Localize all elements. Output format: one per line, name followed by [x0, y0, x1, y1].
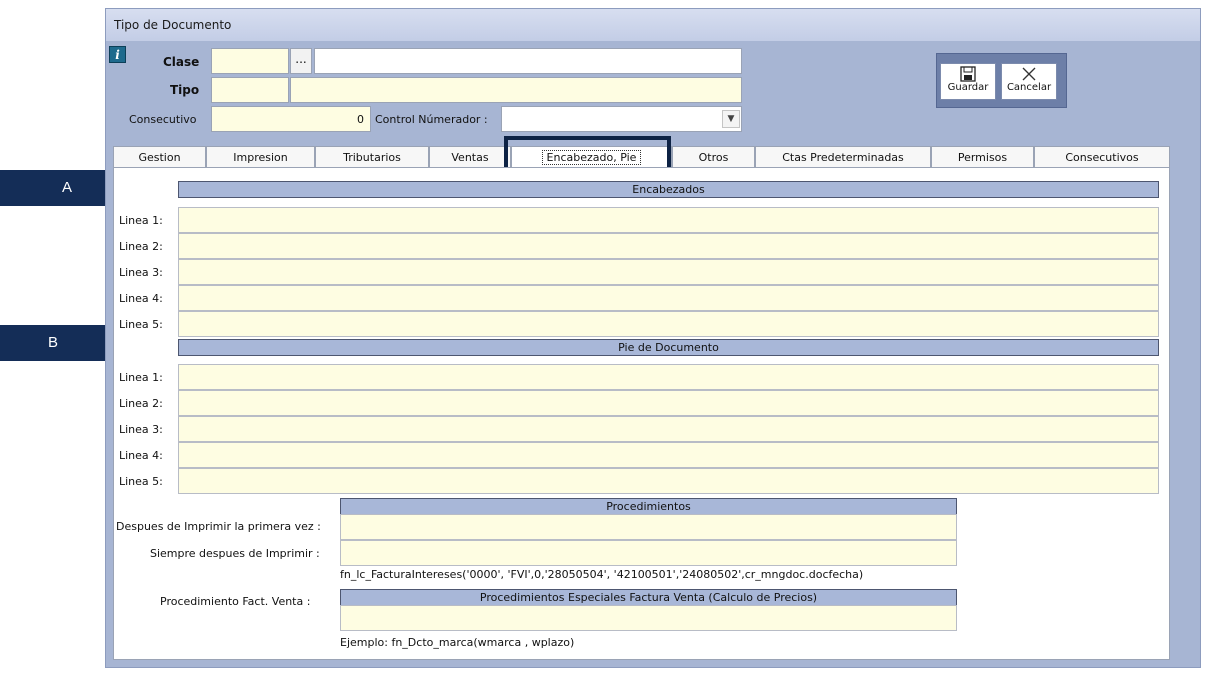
- first-print-procedure-field[interactable]: [340, 514, 957, 540]
- info-icon[interactable]: i: [109, 46, 126, 63]
- tab-ventas[interactable]: Ventas: [429, 146, 511, 168]
- always-after-print-label: Siempre despues de Imprimir :: [150, 547, 320, 560]
- scissors-cancel-icon: [1021, 66, 1037, 82]
- especiales-header: Procedimientos Especiales Factura Venta …: [340, 589, 957, 606]
- procedimientos-title: Procedimientos: [606, 500, 691, 513]
- encabezado-line-5-field[interactable]: [178, 311, 1159, 337]
- encabezados-header: Encabezados: [178, 181, 1159, 198]
- example-hint: Ejemplo: fn_Dcto_marca(wmarca , wplazo): [340, 636, 575, 649]
- pie-line-2-field[interactable]: [178, 390, 1159, 416]
- encabezado-line-2-label: Linea 2:: [119, 240, 163, 253]
- tab-ctas-predeterminadas[interactable]: Ctas Predeterminadas: [755, 146, 931, 168]
- tab-label: Gestion: [138, 151, 181, 164]
- fact-venta-label: Procedimiento Fact. Venta :: [160, 595, 311, 608]
- pie-line-3-field[interactable]: [178, 416, 1159, 442]
- consecutivo-field[interactable]: 0: [211, 106, 371, 132]
- encabezado-line-4-field[interactable]: [178, 285, 1159, 311]
- pie-line-5-field[interactable]: [178, 468, 1159, 494]
- tab-label: Tributarios: [343, 151, 401, 164]
- tab-label: Ctas Predeterminadas: [782, 151, 904, 164]
- tab-gestion[interactable]: Gestion: [113, 146, 206, 168]
- control-numerador-label: Control Númerador :: [375, 113, 488, 126]
- pie-line-4-label: Linea 4:: [119, 449, 163, 462]
- tab-impresion[interactable]: Impresion: [206, 146, 315, 168]
- tab-tributarios[interactable]: Tributarios: [315, 146, 429, 168]
- callout-b-text: B: [48, 334, 59, 351]
- encabezados-title: Encabezados: [632, 183, 705, 196]
- encabezado-line-3-label: Linea 3:: [119, 266, 163, 279]
- save-label: Guardar: [947, 82, 989, 93]
- encabezado-line-1-label: Linea 1:: [119, 214, 163, 227]
- window-title: Tipo de Documento: [114, 18, 232, 32]
- control-numerador-select[interactable]: ▼: [501, 106, 742, 132]
- pie-line-2-label: Linea 2:: [119, 397, 163, 410]
- floppy-disk-icon: [960, 66, 976, 82]
- clase-code-field[interactable]: [211, 48, 289, 74]
- pie-line-5-label: Linea 5:: [119, 475, 163, 488]
- document-type-window: Tipo de Documento i Clase ... Tipo Conse…: [105, 8, 1201, 668]
- tipo-label: Tipo: [170, 83, 200, 97]
- consecutivo-value: 0: [357, 113, 364, 126]
- pie-title: Pie de Documento: [618, 341, 719, 354]
- procedure-hint: fn_lc_FacturaIntereses('0000', 'FVI',0,'…: [340, 568, 864, 581]
- clase-description-field[interactable]: [314, 48, 742, 74]
- title-bar: Tipo de Documento: [106, 9, 1200, 41]
- pie-line-4-field[interactable]: [178, 442, 1159, 468]
- callout-a-text: A: [62, 179, 73, 196]
- ellipsis-text: ...: [295, 52, 307, 66]
- clase-lookup-button[interactable]: ...: [290, 48, 312, 74]
- save-button[interactable]: Guardar: [940, 63, 996, 100]
- always-after-print-field[interactable]: [340, 540, 957, 566]
- tab-label: Ventas: [451, 151, 489, 164]
- clase-label: Clase: [163, 55, 200, 69]
- tab-panel-encabezado-pie: Encabezados Linea 1: Linea 2: Linea 3: L…: [113, 167, 1170, 660]
- encabezado-line-2-field[interactable]: [178, 233, 1159, 259]
- tab-otros[interactable]: Otros: [672, 146, 755, 168]
- fact-venta-procedure-field[interactable]: [340, 605, 957, 631]
- cancel-button[interactable]: Cancelar: [1001, 63, 1057, 100]
- cancel-label: Cancelar: [1006, 82, 1052, 93]
- pie-line-1-label: Linea 1:: [119, 371, 163, 384]
- first-print-label: Despues de Imprimir la primera vez :: [116, 520, 321, 533]
- pie-header: Pie de Documento: [178, 339, 1159, 356]
- chevron-down-icon[interactable]: ▼: [722, 110, 740, 128]
- encabezado-line-4-label: Linea 4:: [119, 292, 163, 305]
- encabezado-line-1-field[interactable]: [178, 207, 1159, 233]
- consecutivo-label: Consecutivo: [129, 113, 197, 126]
- action-toolbar: Guardar Cancelar: [936, 53, 1067, 108]
- pie-line-1-field[interactable]: [178, 364, 1159, 390]
- tab-label: Permisos: [957, 151, 1008, 164]
- pie-line-3-label: Linea 3:: [119, 423, 163, 436]
- tab-label: Impresion: [233, 151, 288, 164]
- encabezado-line-3-field[interactable]: [178, 259, 1159, 285]
- especiales-title: Procedimientos Especiales Factura Venta …: [479, 591, 818, 604]
- tab-consecutivos[interactable]: Consecutivos: [1034, 146, 1170, 168]
- tab-label: Consecutivos: [1065, 151, 1139, 164]
- tipo-description-field[interactable]: [290, 77, 742, 103]
- tab-label: Otros: [698, 151, 729, 164]
- encabezado-line-5-label: Linea 5:: [119, 318, 163, 331]
- tipo-code-field[interactable]: [211, 77, 289, 103]
- tab-permisos[interactable]: Permisos: [931, 146, 1034, 168]
- procedimientos-header: Procedimientos: [340, 498, 957, 515]
